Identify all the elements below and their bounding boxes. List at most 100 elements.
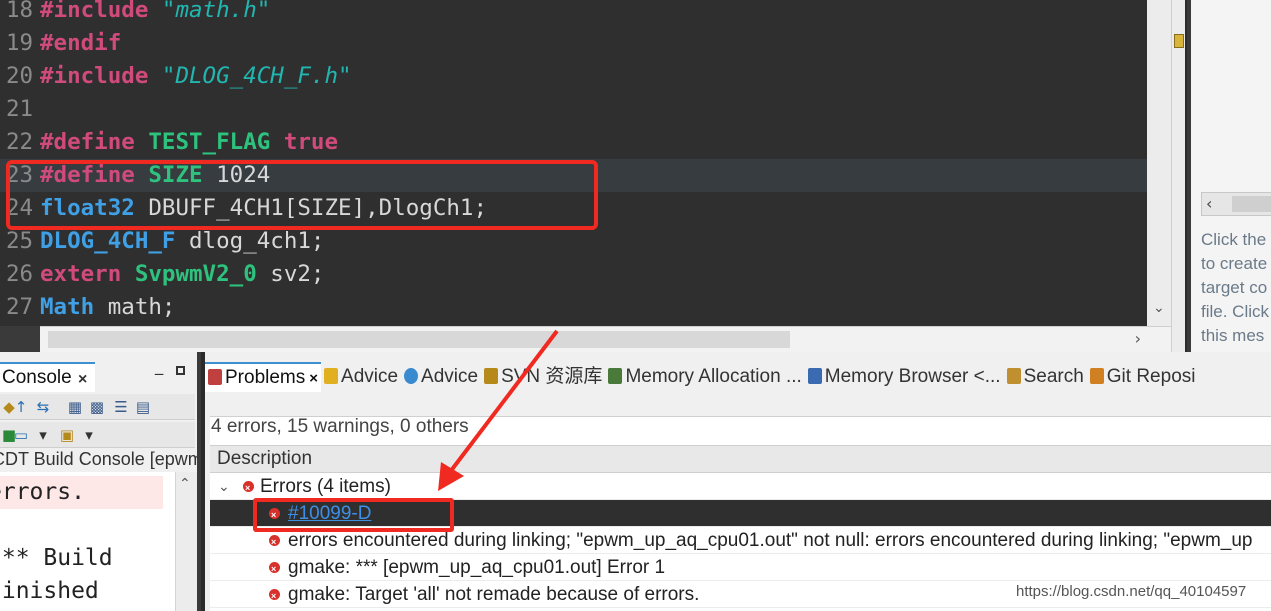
outline-message-line: file. Click <box>1201 302 1270 321</box>
globe-icon <box>404 368 419 384</box>
tree-group-errors[interactable]: ⌄ Errors (4 items) <box>210 473 1271 500</box>
tab-label: Git Reposi <box>1106 366 1196 387</box>
open-console-icon[interactable]: ▭ <box>12 426 30 444</box>
arrow-up-icon[interactable]: ↑ <box>12 398 30 416</box>
swap-icon[interactable]: ⇆ <box>34 398 52 416</box>
memory-allocation-icon <box>608 368 623 384</box>
code-line[interactable]: 19 #endif <box>0 27 1171 60</box>
tab-advice[interactable]: Advice <box>401 362 481 392</box>
tab-git-reposi[interactable]: Git Reposi <box>1087 362 1199 392</box>
scroll-down-icon[interactable]: ⌄ <box>1153 300 1165 316</box>
scroll-up-icon[interactable]: ⌃ <box>179 476 191 492</box>
code-line[interactable]: 27 Math math; <box>0 291 1171 324</box>
maximize-icon[interactable] <box>176 366 185 375</box>
outline-message-line: this mes <box>1201 326 1265 345</box>
problems-icon <box>208 369 222 385</box>
tab-label: Advice <box>341 366 399 387</box>
code-token: #define <box>40 129 149 155</box>
code-token: TEST_FLAG <box>148 129 284 155</box>
code-token: sv2; <box>270 261 325 287</box>
problems-summary: 4 errors, 15 warnings, 0 others <box>211 416 469 437</box>
copy-build-log-icon[interactable]: ▦ <box>66 398 84 416</box>
problem-row[interactable]: gmake: *** [epwm_up_aq_cpu01.out] Error … <box>210 554 1271 581</box>
code-token: #endif <box>40 30 122 56</box>
console-output[interactable]: errors. *** Build finished <box>0 472 175 611</box>
console-line: finished <box>0 578 99 604</box>
code-line[interactable]: 20 #include "DLOG_4CH_F.h" <box>0 60 1171 93</box>
clear-console-icon[interactable]: ☰ <box>112 398 130 416</box>
console-toolbar: ◆ ↑ ⇆ ▦ ▩ ☰ ▤ <box>0 394 195 420</box>
code-line[interactable]: 26 extern SvpwmV2_0 sv2; <box>0 258 1171 291</box>
overview-ruler[interactable] <box>1171 0 1185 352</box>
new-console-icon[interactable]: ▣ <box>58 426 76 444</box>
console-toolbar-secondary: ■ ▭ ▾ ▣ ▾ <box>0 422 195 448</box>
outline-view: ‹ Click the to create target co file. Click… <box>1187 0 1271 352</box>
code-token: math; <box>107 294 176 320</box>
console-line: errors. <box>0 476 163 509</box>
code-line[interactable]: 18 #include "math.h" <box>0 0 1171 27</box>
tab-problems[interactable]: Problems × <box>205 362 322 392</box>
code-token: SvpwmV2_0 <box>134 261 271 287</box>
code-token: DLOG_4CH_F <box>40 228 190 254</box>
console-tab-bar: Console × ‒ <box>0 362 197 392</box>
outline-horizontal-scrollbar[interactable]: ‹ <box>1201 192 1271 216</box>
close-icon[interactable]: × <box>309 370 318 387</box>
code-line[interactable]: 22 #define TEST_FLAG true <box>0 126 1171 159</box>
tab-search[interactable]: Search <box>1004 362 1087 392</box>
tab-label: SVN 资源库 <box>501 366 603 387</box>
console-title: CDT Build Console [epwm <box>0 448 197 470</box>
error-icon <box>269 583 280 607</box>
outline-message-line: to create <box>1201 254 1268 273</box>
chevron-down-icon[interactable]: ▾ <box>34 426 52 444</box>
minimize-icon[interactable]: ‒ <box>154 364 164 383</box>
tab-memory-browser[interactable]: Memory Browser <... <box>805 362 1004 392</box>
code-token: #include <box>40 0 162 23</box>
outline-scroll-thumb[interactable] <box>1232 196 1271 212</box>
editor-scroll-thumb[interactable] <box>48 331 790 348</box>
code-token: true <box>283 129 339 155</box>
outline-message: Click the to create target co file. Click th… <box>1201 228 1271 348</box>
tab-memory-allocation[interactable]: Memory Allocation ... <box>605 362 804 392</box>
code-token: extern <box>40 261 135 287</box>
code-token: Math <box>40 294 108 320</box>
warning-marker-icon[interactable] <box>1174 34 1184 48</box>
scroll-left-icon[interactable]: ‹ <box>1206 194 1212 213</box>
tab-advice[interactable]: Advice <box>321 362 401 392</box>
code-token: "DLOG_4CH_F.h" <box>161 63 352 89</box>
editor-gutter-corner <box>0 326 40 352</box>
code-line[interactable]: 21 <box>0 93 1171 126</box>
chevron-down-icon[interactable]: ▾ <box>80 426 98 444</box>
scroll-lock-icon[interactable]: ▤ <box>134 398 152 416</box>
console-title-text: CDT Build Console [epwm <box>0 449 197 469</box>
highlight-box-code <box>6 160 598 230</box>
console-vertical-scrollbar[interactable]: ⌃ <box>175 472 197 611</box>
line-number: 22 <box>6 129 34 155</box>
outline-message-line: target co <box>1201 278 1268 297</box>
console-view: Console × ‒ ◆ ↑ ⇆ ▦ ▩ ☰ ▤ ■ ▭ ▾ ▣ ▾ CDT … <box>0 352 201 611</box>
line-number: 20 <box>6 63 34 89</box>
git-icon <box>1089 368 1104 384</box>
highlight-box-error <box>253 498 454 532</box>
code-token: dlog_4ch1; <box>189 228 325 254</box>
scroll-right-icon[interactable]: › <box>1135 329 1141 348</box>
problems-view: Problems × Advice Advice SVN 资源库 Memory Alloc… <box>205 352 1271 611</box>
error-icon <box>269 529 280 553</box>
line-number: 18 <box>6 0 34 23</box>
tab-svn[interactable]: SVN 资源库 <box>481 362 605 392</box>
chevron-down-icon[interactable]: ⌄ <box>218 473 230 499</box>
tab-console[interactable]: Console × <box>0 362 95 392</box>
close-icon[interactable]: × <box>78 366 87 394</box>
line-number: 27 <box>6 294 34 320</box>
editor-horizontal-scrollbar[interactable]: › <box>40 326 1171 352</box>
watermark: https://blog.csdn.net/qq_40104597 <box>1016 583 1247 600</box>
line-number: 26 <box>6 261 34 287</box>
column-header-description[interactable]: Description <box>210 445 1271 473</box>
code-token: #include <box>40 63 162 89</box>
tab-label: Memory Browser <... <box>824 366 1001 387</box>
line-number: 21 <box>6 96 34 122</box>
editor-vertical-scrollbar[interactable]: ⌄ <box>1147 0 1171 326</box>
save-build-log-icon[interactable]: ▩ <box>88 398 106 416</box>
memory-browser-icon <box>807 368 822 384</box>
tab-label: Advice <box>421 366 479 387</box>
